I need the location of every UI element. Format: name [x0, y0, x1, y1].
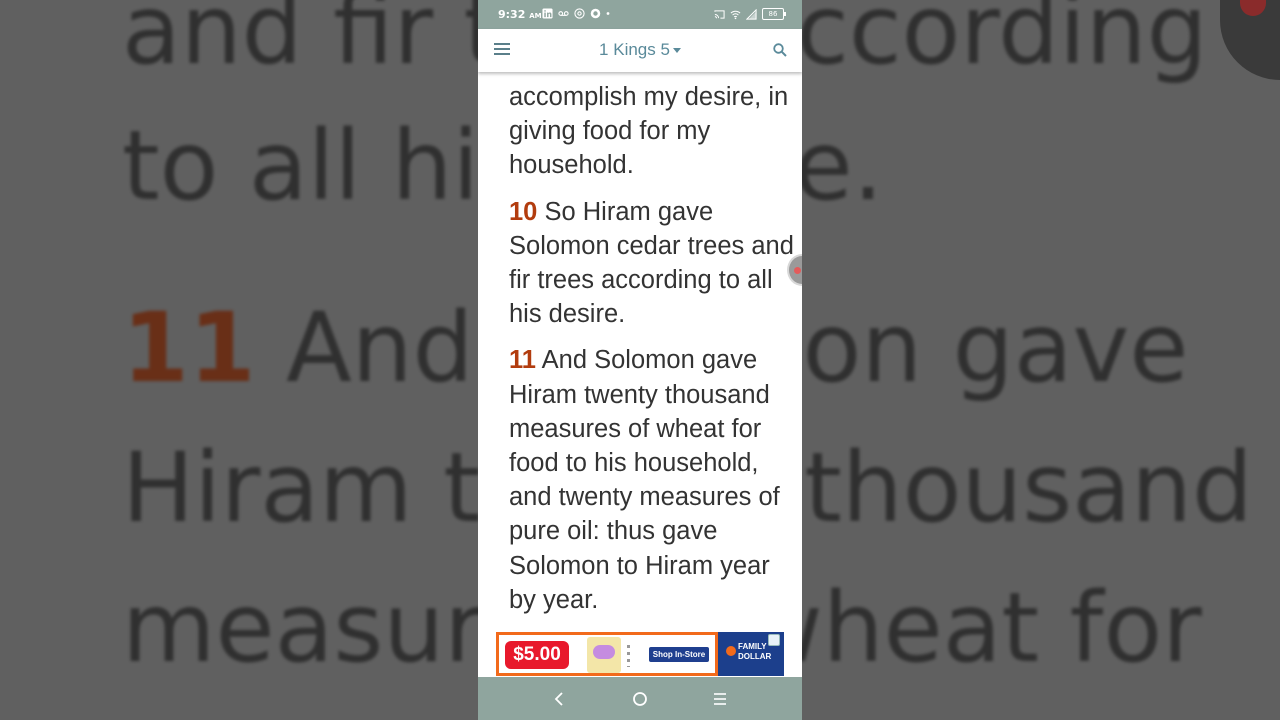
book-chapter-selector[interactable]: 1 Kings 5 — [478, 40, 802, 60]
ad-divider — [627, 645, 630, 667]
ad-product-image — [587, 637, 621, 673]
voicemail-icon — [558, 11, 569, 16]
verse: 11 And Solomon gave Hiram twenty thousan… — [509, 343, 799, 617]
verse-continuation: accomplish my desire, in giving food for… — [509, 83, 789, 180]
shop-in-store-button[interactable]: Shop In-Store — [649, 647, 709, 662]
battery-icon: 86 — [762, 8, 786, 20]
scripture-content[interactable]: accomplish my desire, in giving food for… — [478, 72, 802, 627]
navigation-bar — [478, 677, 802, 720]
back-icon[interactable] — [550, 689, 570, 709]
home-icon[interactable] — [630, 689, 650, 709]
phone-screen: 9:32 AM 86 1 Kings 5 accomplish my desir… — [478, 0, 802, 720]
verse-number: 11 — [509, 346, 536, 375]
scripture-text: accomplish my desire, in giving food for… — [509, 80, 799, 627]
ad-price: $5.00 — [505, 641, 569, 669]
cast-icon — [714, 9, 725, 19]
more-dot-icon — [606, 12, 610, 15]
verse-text: And Solomon gave Hiram twenty thousand m… — [509, 346, 780, 614]
status-time: 9:32 AM — [498, 8, 542, 21]
app-bar: 1 Kings 5 — [478, 29, 802, 72]
notification-icons — [542, 8, 610, 19]
search-icon[interactable] — [772, 42, 788, 58]
ad-banner[interactable]: $5.00 Shop In-Store FAMILY DOLLAR — [496, 632, 784, 676]
linkedin-icon — [542, 8, 553, 19]
status-bar: 9:32 AM 86 — [478, 0, 802, 29]
ad-promo: $5.00 Shop In-Store — [496, 632, 718, 676]
system-icons: 86 — [714, 8, 786, 20]
book-chapter-title: 1 Kings 5 — [599, 40, 670, 59]
verse: 10 So Hiram gave Solomon cedar trees and… — [509, 195, 799, 332]
verse-number: 10 — [509, 197, 538, 226]
background-corner-decoration — [1220, 0, 1280, 80]
signal-icon — [746, 8, 757, 20]
recents-icon[interactable] — [710, 689, 730, 709]
verse-text: So Hiram gave Solomon cedar trees and fi… — [509, 197, 794, 329]
record-icon — [590, 8, 601, 19]
caret-down-icon — [672, 48, 681, 54]
ad-choices-icon[interactable] — [768, 634, 780, 646]
wifi-icon — [730, 10, 741, 19]
at-sign-icon — [574, 8, 585, 19]
